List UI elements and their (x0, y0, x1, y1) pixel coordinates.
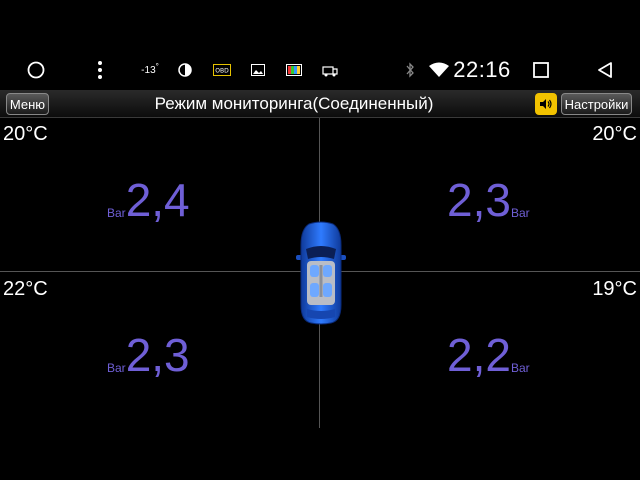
page-title: Режим мониторинга(Соединенный) (154, 94, 434, 113)
settings-button[interactable]: Настройки (561, 93, 632, 115)
front-left-value: 2,4 (125, 174, 190, 226)
menu-dots-icon[interactable] (92, 50, 108, 90)
rear-left-unit: Bar (107, 361, 126, 375)
wifi-icon (428, 50, 450, 90)
outside-temp-value: -13 (141, 64, 156, 76)
sound-button[interactable] (535, 93, 557, 115)
car-service-icon[interactable] (321, 50, 339, 90)
svg-text:OBD: OBD (215, 68, 229, 75)
outside-temperature: -13 ° (138, 50, 162, 90)
rear-left-temp: 22°C (3, 278, 48, 300)
front-right-unit: Bar (510, 206, 530, 220)
rear-left-value: 2,3 (125, 329, 190, 381)
clock-text: 22:16 (453, 57, 511, 82)
back-icon[interactable] (594, 50, 616, 90)
home-circle-icon[interactable] (24, 50, 48, 90)
menu-button[interactable]: Меню (6, 93, 49, 115)
status-bar: -13 ° OBD 22:16 (0, 50, 640, 90)
tv-icon[interactable] (285, 50, 303, 90)
image-icon[interactable] (250, 50, 266, 90)
front-right-temp: 20°C (592, 123, 637, 145)
rear-right-pressure: 2,2 Bar (447, 332, 530, 378)
front-left-unit: Bar (107, 206, 126, 220)
outside-temp-degree: ° (155, 61, 159, 71)
front-right-pressure: 2,3 Bar (447, 177, 530, 223)
rear-right-temp: 19°C (592, 278, 637, 300)
front-left-pressure: Bar 2,4 (107, 177, 190, 223)
rear-right-value: 2,2 (447, 329, 511, 381)
front-left-temp: 20°C (3, 123, 48, 145)
obd-icon[interactable]: OBD (212, 50, 232, 90)
car-icon (295, 221, 347, 325)
brightness-icon[interactable] (176, 50, 194, 90)
speaker-icon (540, 99, 552, 109)
front-right-value: 2,3 (447, 174, 511, 226)
bluetooth-icon (402, 50, 418, 90)
recent-apps-icon[interactable] (530, 50, 552, 90)
title-bar: Меню Режим мониторинга(Соединенный) Наст… (0, 90, 640, 118)
rear-right-unit: Bar (510, 361, 530, 375)
clock: 22:16 (452, 50, 512, 90)
rear-left-pressure: Bar 2,3 (107, 332, 190, 378)
